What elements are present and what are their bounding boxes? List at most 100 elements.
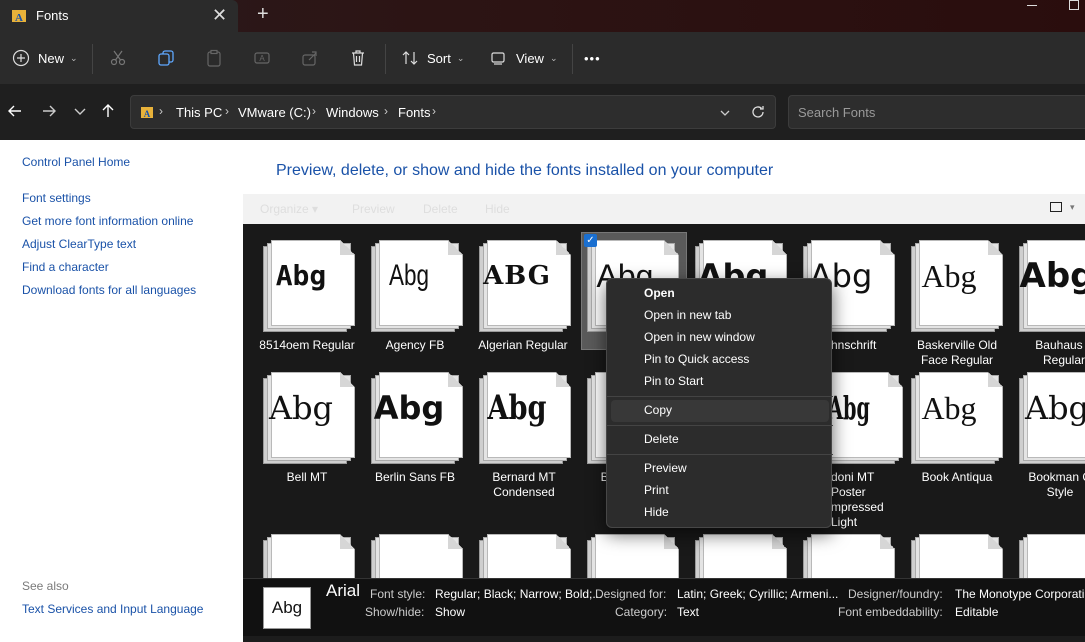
change-view-icon[interactable]: [1050, 202, 1062, 212]
text-services-link[interactable]: Text Services and Input Language: [22, 602, 203, 616]
see-also-heading: See also: [22, 579, 69, 593]
new-label: New: [38, 50, 65, 66]
menu-item-label: Copy: [644, 403, 673, 417]
refresh-icon[interactable]: [750, 104, 766, 120]
breadcrumb-this-pc[interactable]: This PC: [176, 105, 222, 120]
breadcrumb-fonts[interactable]: Fonts: [398, 105, 431, 120]
new-button[interactable]: New ⌄: [12, 32, 78, 84]
up-arrow-icon[interactable]: [99, 102, 117, 120]
font-tile[interactable]: Abg Book Antiqua: [899, 364, 1003, 504]
font-tile[interactable]: [251, 526, 355, 578]
font-settings-link[interactable]: Font settings: [22, 191, 91, 205]
designed-for-value: Latin; Greek; Cyrillic; Armeni...: [677, 587, 839, 601]
menu-item-copy[interactable]: Copy: [611, 400, 829, 422]
download-fonts-link[interactable]: Download fonts for all languages: [22, 283, 196, 297]
font-tile[interactable]: [683, 526, 787, 578]
menu-item-open-new-window[interactable]: Open in new window: [607, 327, 833, 349]
font-tile[interactable]: Abg 8514oem Regular: [251, 232, 355, 372]
font-info-online-link[interactable]: Get more font information online: [22, 214, 193, 228]
menu-item-hide[interactable]: Hide: [607, 502, 833, 524]
command-toolbar: New ⌄ A Sort ⌄ View ⌄ •••: [0, 32, 1085, 84]
minimize-icon[interactable]: [1027, 5, 1037, 6]
maximize-icon[interactable]: [1069, 0, 1079, 10]
add-tab-icon[interactable]: +: [257, 3, 269, 25]
menu-item-pin-start[interactable]: Pin to Start: [607, 371, 833, 393]
breadcrumb-separator: ›: [312, 104, 316, 118]
font-tile[interactable]: [791, 526, 895, 578]
breadcrumb-windows[interactable]: Windows: [326, 105, 379, 120]
tab-fonts[interactable]: A Fonts ✕: [0, 0, 238, 32]
cleartype-link[interactable]: Adjust ClearType text: [22, 237, 136, 251]
fonts-folder-icon: A: [12, 10, 26, 23]
font-file-icon: [371, 534, 463, 578]
font-tile[interactable]: Abg Agency FB: [359, 232, 463, 372]
sort-label: Sort: [427, 50, 451, 66]
delete-command[interactable]: Delete: [423, 202, 458, 216]
rename-button[interactable]: A: [253, 32, 271, 84]
menu-item-label: Delete: [644, 432, 679, 446]
page-title: Preview, delete, or show and hide the fo…: [276, 162, 774, 179]
font-file-icon: [1019, 534, 1085, 578]
menu-item-open-new-tab[interactable]: Open in new tab: [607, 305, 833, 327]
fonts-folder-icon: A: [141, 107, 153, 119]
recent-locations-chevron-icon[interactable]: [71, 102, 89, 120]
font-tile[interactable]: ABG Algerian Regular: [467, 232, 571, 372]
menu-item-open[interactable]: Open: [607, 283, 833, 305]
paste-button[interactable]: [205, 32, 223, 84]
find-character-link[interactable]: Find a character: [22, 260, 109, 274]
close-tab-icon[interactable]: ✕: [212, 5, 227, 25]
breadcrumb-vmware-c[interactable]: VMware (C:): [238, 105, 311, 120]
font-tile[interactable]: [575, 526, 679, 578]
chevron-down-icon: ⌄: [70, 52, 78, 63]
menu-item-pin-quick-access[interactable]: Pin to Quick access: [607, 349, 833, 371]
designer-value: The Monotype Corporati: [955, 587, 1085, 601]
font-tile[interactable]: Abg Berlin Sans FB: [359, 364, 463, 504]
hide-command[interactable]: Hide: [485, 202, 510, 216]
chevron-down-icon: ⌄: [456, 52, 465, 63]
font-name: Berlin Sans FB: [374, 470, 456, 484]
font-name: Agency FB: [385, 338, 445, 352]
font-sample: Abg: [921, 258, 977, 294]
address-history-chevron-icon[interactable]: [719, 107, 731, 119]
selection-checkbox[interactable]: ✓: [584, 234, 597, 247]
font-tile[interactable]: Abg Baskerville Old Face Regular: [899, 232, 1003, 372]
file-explorer-window: A Fonts ✕ + New ⌄ A Sort ⌄ View ⌄ ••• A …: [0, 0, 1085, 642]
back-arrow-icon[interactable]: [6, 102, 24, 120]
font-thumbnail: Abg: [263, 587, 311, 629]
preview-command[interactable]: Preview: [352, 202, 395, 216]
font-style-value: Regular; Black; Narrow; Bold;...: [435, 587, 603, 601]
font-sample: Abg: [268, 389, 334, 427]
more-options-button[interactable]: •••: [584, 32, 601, 84]
page-header: Preview, delete, or show and hide the fo…: [243, 140, 1085, 194]
font-tile[interactable]: Abg Bell MT: [251, 364, 355, 504]
font-tile[interactable]: Abg Bernard MT Condensed: [467, 364, 571, 504]
font-tile[interactable]: [359, 526, 463, 578]
sort-button[interactable]: Sort ⌄: [401, 32, 464, 84]
chevron-down-icon[interactable]: ▾: [1070, 202, 1075, 213]
search-input[interactable]: Search Fonts: [788, 95, 1085, 129]
menu-item-print[interactable]: Print: [607, 480, 833, 502]
font-tile[interactable]: Abg Bauhaus 9 Regular: [1007, 232, 1085, 372]
delete-button[interactable]: [349, 32, 367, 84]
font-tile[interactable]: [1007, 526, 1085, 578]
menu-item-delete[interactable]: Delete: [607, 429, 833, 451]
font-sample: Abg: [275, 259, 327, 292]
embeddability-label: Font embeddability:: [838, 605, 943, 619]
category-value: Text: [677, 605, 700, 619]
cut-button[interactable]: [109, 32, 127, 84]
control-panel-home-link[interactable]: Control Panel Home: [22, 155, 130, 169]
organize-menu[interactable]: Organize ▾: [260, 202, 318, 216]
address-bar[interactable]: A › This PC › VMware (C:) › Windows › Fo…: [130, 95, 776, 129]
share-button[interactable]: [301, 32, 319, 84]
font-tile[interactable]: [467, 526, 571, 578]
menu-item-label: Hide: [644, 505, 669, 519]
font-tile[interactable]: Abg Bookman O Style: [1007, 364, 1085, 504]
font-tile[interactable]: [899, 526, 1003, 578]
view-button[interactable]: View ⌄: [490, 32, 558, 84]
copy-button[interactable]: [157, 32, 175, 84]
menu-item-preview[interactable]: Preview: [607, 458, 833, 480]
font-sample: Abg: [487, 388, 547, 428]
plus-circle-icon: [12, 49, 30, 67]
forward-arrow-icon[interactable]: [40, 102, 58, 120]
control-panel-sidebar: Control Panel Home Font settings Get mor…: [0, 140, 243, 642]
